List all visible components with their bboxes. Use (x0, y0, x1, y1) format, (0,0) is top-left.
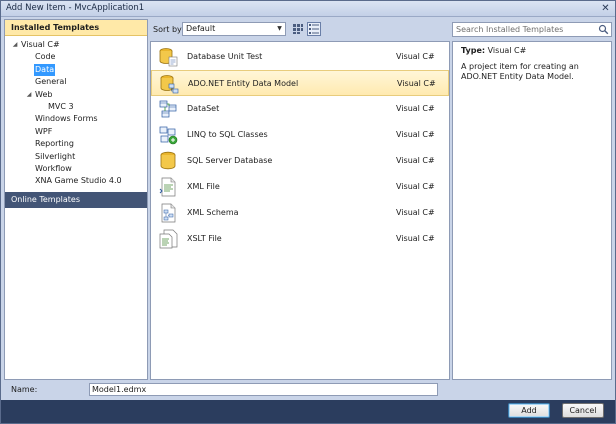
tree-item-silverlight[interactable]: Silverlight (5, 151, 147, 163)
template-description: A project item for creating an ADO.NET E… (461, 62, 579, 81)
chevron-down-icon[interactable]: ▼ (274, 23, 285, 35)
category-tree: ◢ Visual C# Code Data General ◢ Web MVC … (5, 36, 147, 188)
tree-item-workflow[interactable]: Workflow (5, 163, 147, 175)
tree-item-visual-csharp[interactable]: ◢ Visual C# (5, 39, 147, 51)
tree-item-reporting[interactable]: Reporting (5, 138, 147, 150)
item-name: DataSet (187, 104, 220, 113)
dataset-icon (158, 99, 178, 119)
search-input[interactable]: Search Installed Templates (452, 22, 612, 37)
item-name: XML File (187, 182, 220, 191)
item-name: XML Schema (187, 208, 239, 217)
type-row: Type: Visual C# (461, 46, 603, 55)
tree-item-label: Reporting (35, 139, 74, 149)
sql-database-icon (158, 151, 178, 171)
type-label: Type: (461, 46, 486, 55)
details-view-icon[interactable] (307, 22, 321, 36)
tree-item-web[interactable]: ◢ Web (5, 89, 147, 101)
xml-schema-icon (158, 203, 178, 223)
window-title: Add New Item - MvcApplication1 (6, 3, 145, 13)
button-bar: Add Cancel (1, 400, 615, 423)
template-details: Type: Visual C# A project item for creat… (452, 41, 612, 380)
templates-area: Sort by: Default ▼ Database Unit Test Vi… (150, 19, 450, 380)
close-icon[interactable]: ✕ (599, 3, 612, 14)
tree-item-xna[interactable]: XNA Game Studio 4.0 (5, 175, 147, 187)
list-view-icon[interactable] (291, 22, 305, 36)
list-item[interactable]: XML Schema Visual C# (151, 200, 449, 226)
tree-item-label: Data (34, 63, 56, 77)
list-item[interactable]: LINQ to SQL Classes Visual C# (151, 122, 449, 148)
item-language: Visual C# (397, 79, 436, 88)
add-new-item-dialog: Add New Item - MvcApplication1 ✕ Install… (0, 0, 616, 424)
xslt-file-icon (158, 229, 178, 249)
item-language: Visual C# (396, 208, 435, 217)
tree-item-windows-forms[interactable]: Windows Forms (5, 113, 147, 125)
list-item[interactable]: DataSet Visual C# (151, 96, 449, 122)
expand-arrow-icon[interactable]: ◢ (11, 39, 19, 51)
tree-item-wpf[interactable]: WPF (5, 126, 147, 138)
list-item[interactable]: XSLT File Visual C# (151, 226, 449, 252)
tree-item-label: Workflow (35, 163, 72, 173)
tree-item-general[interactable]: General (5, 76, 147, 88)
item-language: Visual C# (396, 130, 435, 139)
tree-item-code[interactable]: Code (5, 51, 147, 63)
tree-item-label: WPF (35, 126, 53, 136)
tree-item-label: Code (35, 52, 56, 62)
search-placeholder: Search Installed Templates (456, 25, 564, 34)
item-name: Database Unit Test (187, 52, 263, 61)
templates-list: Database Unit Test Visual C# ADO.NET Ent… (150, 41, 450, 380)
tree-item-label: General (35, 77, 67, 87)
item-name: ADO.NET Entity Data Model (188, 79, 299, 88)
item-language: Visual C# (396, 156, 435, 165)
details-panel: Search Installed Templates Type: Visual … (452, 19, 614, 380)
tree-item-label: Silverlight (35, 151, 76, 161)
tree-item-label: Visual C# (21, 40, 60, 49)
list-item[interactable]: Database Unit Test Visual C# (151, 44, 449, 70)
sort-by-dropdown[interactable]: Default ▼ (182, 22, 286, 36)
item-language: Visual C# (396, 104, 435, 113)
type-value: Visual C# (487, 46, 527, 55)
tree-item-label: XNA Game Studio 4.0 (35, 176, 122, 186)
item-language: Visual C# (396, 52, 435, 61)
tree-item-label: MVC 3 (48, 101, 74, 111)
sort-by-label: Sort by: (153, 25, 184, 34)
tree-item-label: Windows Forms (35, 114, 98, 124)
xml-file-icon (158, 177, 178, 197)
item-name: XSLT File (187, 234, 222, 243)
tree-item-label: Web (35, 89, 53, 99)
tree-item-mvc3[interactable]: MVC 3 (5, 101, 147, 113)
item-name: LINQ to SQL Classes (187, 130, 268, 139)
templates-toolbar: Sort by: Default ▼ (150, 19, 450, 41)
list-item[interactable]: SQL Server Database Visual C# (151, 148, 449, 174)
expand-arrow-icon[interactable]: ◢ (25, 89, 33, 101)
list-item[interactable]: XML File Visual C# (151, 174, 449, 200)
item-name-field[interactable]: Model1.edmx (89, 383, 438, 396)
cancel-button[interactable]: Cancel (562, 403, 604, 418)
tree-item-data[interactable]: Data (5, 63, 147, 77)
entity-data-model-icon (159, 74, 179, 94)
dialog-footer: Name: Model1.edmx Add Cancel (1, 381, 615, 423)
online-templates-header[interactable]: Online Templates (5, 192, 147, 208)
item-language: Visual C# (396, 234, 435, 243)
template-categories-panel: Installed Templates ◢ Visual C# Code Dat… (4, 19, 148, 380)
item-language: Visual C# (396, 182, 435, 191)
installed-templates-header[interactable]: Installed Templates (5, 20, 147, 36)
list-item[interactable]: ADO.NET Entity Data Model Visual C# (151, 70, 449, 96)
search-icon[interactable] (598, 24, 609, 35)
title-bar[interactable]: Add New Item - MvcApplication1 ✕ (1, 1, 615, 17)
item-name: SQL Server Database (187, 156, 273, 165)
name-label: Name: (11, 385, 38, 394)
database-unit-test-icon (158, 47, 178, 67)
add-button[interactable]: Add (508, 403, 550, 418)
sort-by-value: Default (186, 24, 216, 33)
linq-to-sql-icon (158, 125, 178, 145)
